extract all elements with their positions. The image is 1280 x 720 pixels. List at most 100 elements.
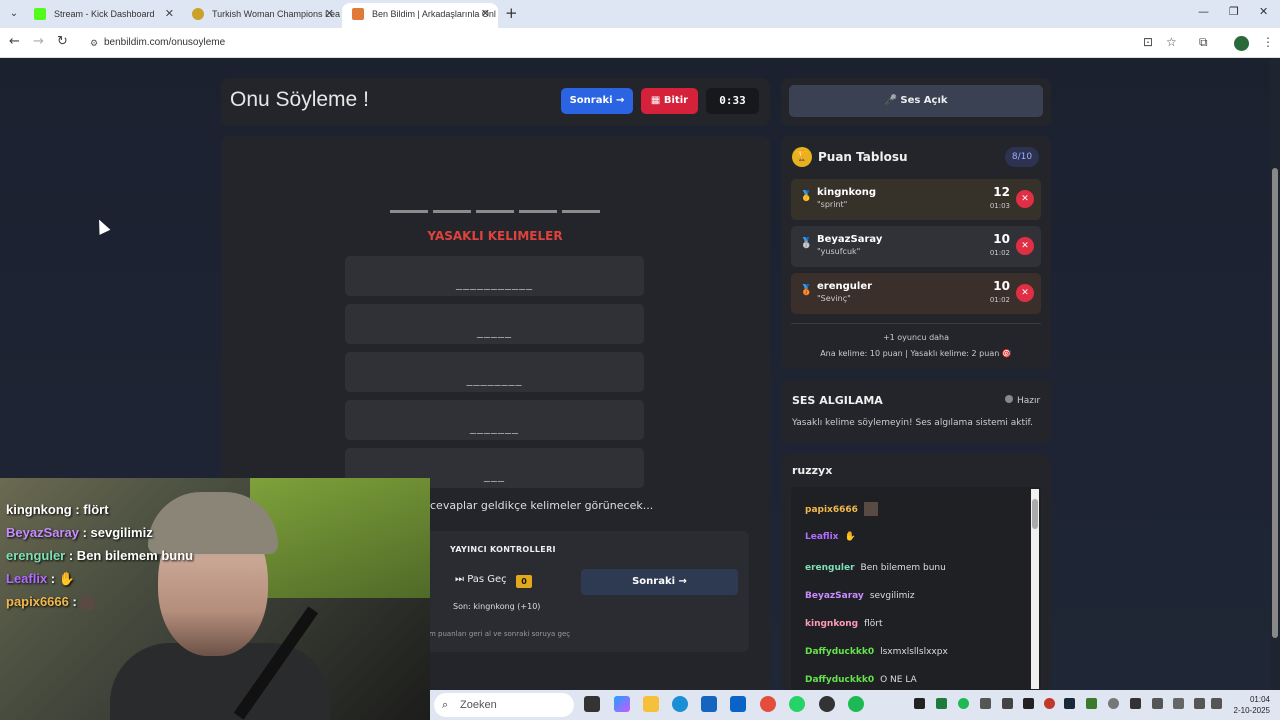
extensions-icon[interactable]: ⧉ [1199, 35, 1208, 50]
gold-medal-icon: 🥇 [800, 191, 813, 202]
page-scrollbar[interactable] [1270, 58, 1280, 690]
benbildim-favicon-icon [352, 8, 364, 20]
player-word: "sprint" [817, 200, 848, 209]
install-app-icon[interactable]: ⊡ [1143, 35, 1153, 49]
search-icon: ⌕ [442, 699, 449, 711]
file-explorer-icon[interactable] [643, 696, 659, 712]
obs-icon[interactable] [819, 696, 835, 712]
voice-status: Hazır [1005, 395, 1040, 406]
remove-player-icon[interactable]: ✕ [1016, 190, 1034, 208]
tab-ben-bildim[interactable]: Ben Bildim | Arkadaşlarınla Onl ✕ [342, 3, 498, 28]
voice-title: SES ALGILAMA [792, 394, 883, 407]
tab-search-chevron-icon[interactable]: ⌄ [6, 6, 22, 22]
chat-text: sevgilimiz [869, 591, 915, 601]
outlook-icon[interactable] [730, 696, 746, 712]
back-icon[interactable]: ← [9, 34, 20, 49]
overlay-user: erenguler [6, 548, 66, 563]
leaderboard-row: 🥇 kingnkong "sprint" 12 01:03 ✕ [791, 179, 1041, 220]
restore-icon[interactable]: ❐ [1229, 5, 1239, 18]
chat-scrollbar-thumb[interactable] [1032, 499, 1038, 529]
chrome-icon[interactable] [760, 696, 776, 712]
forbidden-word-box: _______ [345, 400, 644, 440]
next-button[interactable]: Sonraki → [561, 88, 633, 114]
overlay-text: : flört [71, 502, 109, 517]
pass-button[interactable]: ⏭ Pas Geç [455, 574, 507, 585]
chat-channel-name: ruzzyx [792, 464, 833, 477]
copilot-icon[interactable] [614, 696, 630, 712]
chat-message: Daffyduckkk0 O NE LA [805, 675, 917, 685]
player-time: 01:03 [989, 202, 1010, 210]
tray-app-icon[interactable] [1086, 698, 1097, 709]
chat-user: papix6666 [805, 504, 858, 515]
tray-steam-icon[interactable] [1064, 698, 1075, 709]
last-scorer: Son: kingnkong (+10) [453, 602, 541, 611]
scrollbar-thumb[interactable] [1272, 168, 1278, 638]
minimize-icon[interactable]: — [1198, 5, 1209, 18]
clock-time: 01:04 [1249, 695, 1270, 704]
remove-player-icon[interactable]: ✕ [1016, 237, 1034, 255]
leaderboard-title: Puan Tablosu [818, 150, 908, 164]
tray-cloud-icon[interactable] [1108, 698, 1119, 709]
chat-user: BeyazSaray [805, 591, 864, 601]
task-view-icon[interactable] [584, 696, 600, 712]
system-clock[interactable]: 01:04 2-10-2025 [1228, 694, 1270, 716]
close-tab-icon[interactable]: ✕ [481, 3, 490, 25]
player-word: "yusufcuk" [817, 247, 861, 256]
microphone-icon[interactable] [1173, 698, 1184, 709]
tab-kick-dashboard[interactable]: Stream - Kick Dashboard ✕ [24, 3, 182, 28]
finish-button[interactable]: ▦ Bitir [641, 88, 698, 114]
network-icon[interactable] [1194, 698, 1205, 709]
tray-controller-icon[interactable] [980, 698, 991, 709]
emote-icon [80, 595, 95, 610]
clock-date: 2-10-2025 [1233, 706, 1270, 715]
tab-title: Ben Bildim | Arkadaşlarınla Onl [372, 9, 496, 19]
chat-text: O NE LA [880, 675, 917, 685]
overlay-text: : [68, 594, 77, 609]
tray-spotify-icon[interactable] [958, 698, 969, 709]
store-icon[interactable] [701, 696, 717, 712]
close-window-icon[interactable]: ✕ [1259, 5, 1268, 18]
tray-app-icon[interactable] [1152, 698, 1163, 709]
tray-app-icon[interactable] [914, 698, 925, 709]
remove-player-icon[interactable]: ✕ [1016, 284, 1034, 302]
taskbar-search[interactable]: ⌕ Zoeken [434, 693, 574, 717]
forward-icon[interactable]: → [33, 34, 44, 49]
tray-record-icon[interactable] [1044, 698, 1055, 709]
spotify-icon[interactable] [848, 696, 864, 712]
tray-app-icon[interactable] [1002, 698, 1013, 709]
overlay-chat-line: papix6666 : [6, 594, 95, 610]
leaderboard-row: 🥉 erenguler "Sevinç" 10 01:02 ✕ [791, 273, 1041, 314]
overlay-user: Leaflix [6, 571, 48, 586]
player-points: 10 [993, 232, 1010, 246]
new-tab-icon[interactable]: + [505, 4, 518, 22]
chat-message: erenguler Ben bilemem bunu [805, 563, 946, 573]
url-text: benbildim.com/onusoyleme [104, 37, 226, 48]
close-tab-icon[interactable]: ✕ [165, 3, 174, 25]
checkered-flag-icon: ▦ [650, 95, 664, 106]
overlay-text: : sevgilimiz [79, 525, 153, 540]
chat-scrollbar[interactable] [1031, 489, 1039, 689]
player-word: "Sevinç" [817, 294, 851, 303]
forbidden-word-box: ___________ [345, 256, 644, 296]
reload-icon[interactable]: ↻ [57, 34, 68, 49]
close-tab-icon[interactable]: ✕ [325, 3, 334, 25]
edge-icon[interactable] [672, 696, 688, 712]
bookmark-star-icon[interactable]: ☆ [1166, 35, 1177, 49]
player-name: kingnkong [817, 187, 877, 198]
overlay-user: kingnkong [6, 502, 72, 517]
site-info-icon[interactable]: ⚙ [90, 32, 98, 54]
url-field[interactable]: ⚙ benbildim.com/onusoyleme [90, 32, 1130, 54]
profile-avatar[interactable] [1234, 36, 1249, 51]
forbidden-word-box: _____ [345, 304, 644, 344]
whatsapp-icon[interactable] [789, 696, 805, 712]
tray-excel-icon[interactable] [936, 698, 947, 709]
chat-user: erenguler [805, 563, 855, 573]
menu-dots-icon[interactable]: ⋮ [1262, 35, 1274, 49]
tray-app-icon[interactable] [1023, 698, 1034, 709]
chat-user: Daffyduckkk0 [805, 675, 875, 685]
tab-turkish-woman[interactable]: Turkish Woman Champions Lea ✕ [182, 3, 342, 28]
tray-app-icon[interactable] [1130, 698, 1141, 709]
controls-next-button[interactable]: Sonraki → [581, 569, 738, 595]
sound-toggle-button[interactable]: 🎤 Ses Açık [789, 85, 1043, 117]
volume-icon[interactable] [1211, 698, 1222, 709]
